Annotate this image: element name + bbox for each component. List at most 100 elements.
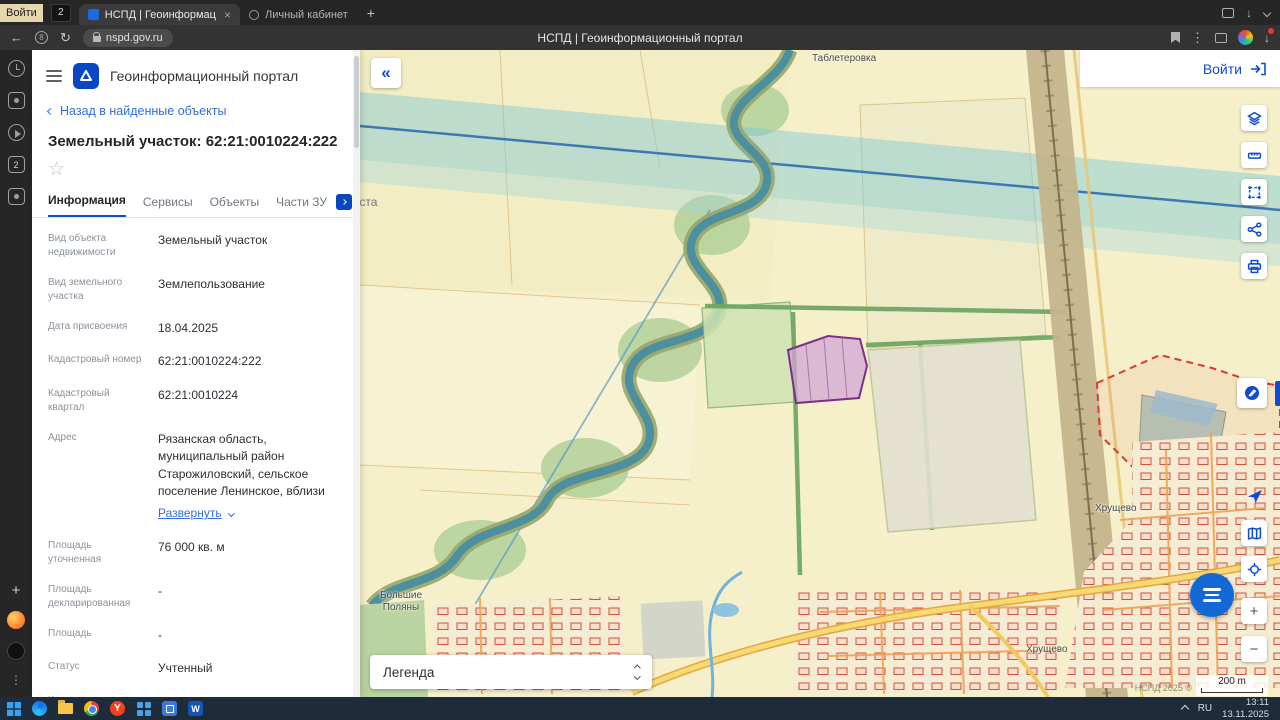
- tray-expand-icon[interactable]: [1180, 704, 1189, 713]
- scale-line: [1201, 688, 1263, 693]
- extension-ball-icon[interactable]: 8: [35, 31, 48, 44]
- play-icon[interactable]: [7, 124, 25, 141]
- globe-favicon-icon: [248, 9, 259, 20]
- field-row: Вид земельного участка Землепользование: [48, 277, 265, 302]
- nspd-logo: [73, 63, 99, 89]
- field-row: Статус Учтенный: [48, 661, 213, 676]
- panel-tabs: Информация Сервисы Объекты Части ЗУ Сост…: [32, 181, 377, 218]
- language-indicator[interactable]: RU: [1198, 703, 1212, 714]
- selected-parcel[interactable]: [786, 334, 869, 405]
- rail-add-icon[interactable]: +: [12, 583, 21, 598]
- new-tab-button[interactable]: +: [367, 5, 375, 21]
- downloads-icon[interactable]: ↓: [1246, 6, 1252, 20]
- zoom-in-button[interactable]: +: [1241, 598, 1267, 624]
- tab-close-icon[interactable]: ×: [224, 9, 231, 21]
- legend-bar[interactable]: Легенда: [370, 655, 652, 689]
- clock[interactable]: 13:11 13.11.2025: [1222, 697, 1269, 720]
- notification-dot: [1268, 27, 1274, 34]
- bookmarks-icon[interactable]: [7, 92, 25, 109]
- chevron-left-icon: [46, 107, 55, 115]
- browser-tab-nspd[interactable]: НСПД | Геоинформац ×: [78, 4, 240, 25]
- browser-tab-bar: Войти 2 НСПД | Геоинформац × Личный каби…: [0, 0, 1280, 25]
- start-button[interactable]: [5, 700, 22, 717]
- extension-badge-icon[interactable]: 2: [50, 3, 71, 22]
- print-button[interactable]: [1241, 253, 1267, 279]
- tab-parts[interactable]: Части ЗУ: [276, 195, 327, 217]
- scale-bar: 200 m: [1196, 675, 1268, 696]
- crosshair-button[interactable]: [1241, 556, 1267, 582]
- expand-address-link[interactable]: Развернуть: [158, 505, 344, 522]
- media-icon[interactable]: [7, 188, 25, 205]
- assistant-icon[interactable]: [7, 611, 25, 629]
- reload-icon[interactable]: ↻: [60, 31, 71, 44]
- zoom-out-button[interactable]: −: [1241, 636, 1267, 662]
- menu-hamburger-icon[interactable]: [46, 70, 62, 82]
- map-tools: [1241, 105, 1267, 279]
- map-viewport: Таблетеровка Хрущево Хрущево Большие Пол…: [360, 50, 1280, 697]
- settlement-south: [792, 590, 1060, 694]
- panel-collapse-button[interactable]: «: [371, 58, 401, 88]
- map-attribution: НСПД 2025 ©: [1134, 683, 1192, 693]
- field-row: Площадь -: [48, 627, 162, 642]
- browser-address-bar: ← 8 ↻ nspd.gov.ru НСПД | Геоинформационн…: [0, 25, 1280, 50]
- assistant-chat-button[interactable]: [1190, 573, 1234, 617]
- browser-tab-account[interactable]: Личный кабинет: [240, 4, 357, 25]
- nspd-favicon-icon: [87, 9, 99, 20]
- parcel-title: Земельный участок: 62:21:0010224:222: [48, 133, 338, 150]
- draw-button[interactable]: [1237, 378, 1267, 408]
- word-icon[interactable]: W: [187, 700, 204, 717]
- theme-icon[interactable]: [7, 642, 25, 660]
- tab-information[interactable]: Информация: [48, 193, 126, 217]
- layers-button[interactable]: [1241, 105, 1267, 131]
- field-row: Площадь уточненная 76 000 кв. м: [48, 539, 225, 565]
- measure-area-button[interactable]: [1241, 179, 1267, 205]
- tabs-scroll-button[interactable]: [336, 194, 352, 210]
- stray-login-tooltip: Войти: [0, 3, 43, 22]
- map-canvas[interactable]: [360, 50, 1280, 697]
- url-field[interactable]: nspd.gov.ru: [82, 28, 173, 47]
- notifications-icon[interactable]: ↓: [1264, 27, 1274, 45]
- back-icon[interactable]: ←: [10, 31, 23, 44]
- scrollbar-thumb[interactable]: [354, 56, 359, 148]
- file-explorer-icon[interactable]: [57, 700, 74, 717]
- edge-icon[interactable]: [31, 700, 48, 717]
- locate-me-button[interactable]: [1246, 487, 1264, 510]
- ruler-button[interactable]: [1241, 142, 1267, 168]
- screen: Войти 2 НСПД | Геоинформац × Личный каби…: [0, 0, 1280, 720]
- lock-icon: [92, 32, 101, 42]
- calculator-icon[interactable]: [161, 700, 178, 717]
- panel-scrollbar[interactable]: [353, 50, 360, 697]
- sidebar-toggle-icon[interactable]: [1215, 32, 1227, 43]
- share-button[interactable]: [1241, 216, 1267, 242]
- basemap-button[interactable]: [1241, 520, 1267, 546]
- messages-icon[interactable]: 2: [7, 156, 25, 173]
- draw-panel-tab[interactable]: [1275, 381, 1280, 406]
- field-row: Кадастровый квартал 62:21:0010224: [48, 387, 239, 413]
- attribute-list: Вид объекта недвижимости Земельный участ…: [32, 218, 360, 720]
- field-row-address: Адрес Рязанская область, муниципальный р…: [32, 423, 360, 531]
- apps-grid-icon[interactable]: [135, 700, 152, 717]
- field-row: Площадь декларированная -: [48, 583, 162, 609]
- history-icon[interactable]: [7, 60, 25, 77]
- object-info-panel: Геоинформационный портал Назад в найденн…: [32, 50, 377, 720]
- field-row: Кадастровый номер 62:21:0010224:222: [48, 354, 262, 369]
- legend-toggle-icon[interactable]: [633, 665, 640, 679]
- tab-search-icon[interactable]: [1262, 8, 1272, 17]
- login-button[interactable]: Войти: [1080, 50, 1280, 87]
- yandex-browser-icon[interactable]: Y: [109, 700, 126, 717]
- back-to-results-link[interactable]: Назад в найденные объекты: [32, 99, 360, 123]
- chrome-icon[interactable]: [83, 700, 100, 717]
- profile-avatar[interactable]: [1238, 30, 1253, 45]
- tab-objects[interactable]: Объекты: [210, 195, 260, 217]
- rail-menu-icon[interactable]: ⋮: [10, 673, 22, 687]
- tab-panels-icon[interactable]: [1222, 7, 1234, 18]
- field-row: Вид объекта недвижимости Земельный участ…: [48, 233, 268, 258]
- login-exit-icon: [1251, 62, 1266, 75]
- overflow-menu-icon[interactable]: ⋮: [1191, 31, 1204, 44]
- window-title: НСПД | Геоинформационный портал: [537, 30, 743, 45]
- tab-services[interactable]: Сервисы: [143, 195, 193, 217]
- favorite-star-icon[interactable]: ☆: [32, 154, 360, 181]
- bookmark-flag-icon[interactable]: [1171, 32, 1180, 43]
- field-row: Дата присвоения 18.04.2025: [48, 321, 219, 335]
- chevron-down-icon: [227, 509, 235, 517]
